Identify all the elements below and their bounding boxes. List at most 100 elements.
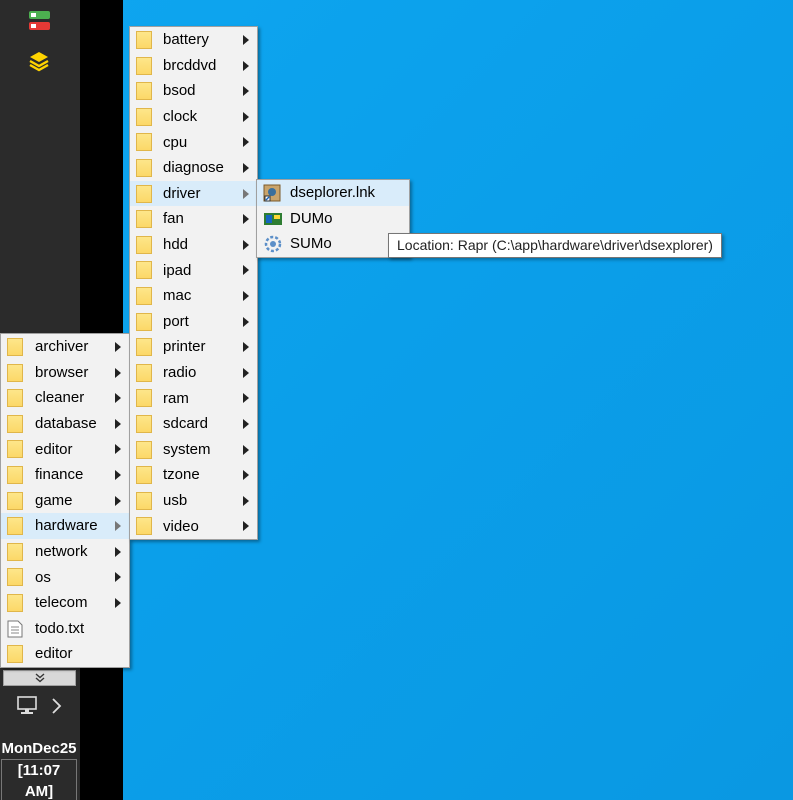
main-menu-item-label: telecom xyxy=(35,594,88,612)
hardware-menu-item[interactable]: diagnose xyxy=(130,155,257,181)
layers-icon[interactable] xyxy=(28,50,50,72)
folder-icon xyxy=(136,107,152,126)
main-menu-item[interactable]: todo.txt xyxy=(1,616,129,642)
main-menu-item[interactable]: telecom xyxy=(1,590,129,616)
submenu-arrow-icon xyxy=(243,495,249,506)
folder-icon xyxy=(7,363,23,382)
folder-icon xyxy=(7,517,23,536)
clock-time: [11:07 AM] xyxy=(1,759,77,800)
hardware-menu-item-label: hdd xyxy=(163,236,189,254)
folder-icon xyxy=(136,440,152,459)
folder-icon xyxy=(7,338,23,356)
submenu-arrow-icon xyxy=(243,162,249,173)
hardware-menu-item-label: ipad xyxy=(163,261,192,279)
text-file-icon xyxy=(7,620,23,638)
hardware-menu-item[interactable]: hdd xyxy=(130,232,257,258)
main-menu-item[interactable]: hardware xyxy=(1,513,129,539)
hardware-menu-item-label: radio xyxy=(163,364,197,382)
driver-menu-item[interactable]: dseplorer.lnk xyxy=(257,180,409,206)
main-menu-item[interactable]: os xyxy=(1,564,129,590)
driver-menu-item[interactable]: DUMo xyxy=(257,206,409,232)
double-chevron-down-icon xyxy=(35,673,44,683)
submenu-arrow-icon xyxy=(115,444,121,455)
submenu-arrow-icon xyxy=(243,342,249,353)
folder-icon xyxy=(7,465,23,484)
dumo-app-icon xyxy=(263,210,282,228)
main-menu-item[interactable]: network xyxy=(1,539,129,565)
hardware-menu-item[interactable]: mac xyxy=(130,283,257,309)
submenu-arrow-icon xyxy=(243,111,249,122)
chevron-right-icon[interactable] xyxy=(50,697,64,715)
hardware-menu-item-label: system xyxy=(163,440,211,458)
folder-icon xyxy=(136,414,152,433)
folder-icon xyxy=(136,363,152,382)
hardware-menu-item[interactable]: radio xyxy=(130,360,257,386)
driver-menu-item[interactable]: SUMo xyxy=(257,231,409,257)
submenu-arrow-icon xyxy=(243,239,249,250)
hardware-menu-item[interactable]: printer xyxy=(130,334,257,360)
main-menu-item-label: game xyxy=(35,491,73,509)
submenu-arrow-icon xyxy=(243,86,249,97)
hardware-menu-item-label: driver xyxy=(163,184,201,202)
taskbar-clock[interactable]: MonDec25 [11:07 AM] xyxy=(0,738,78,800)
main-menu-item[interactable]: editor xyxy=(1,641,129,667)
submenu-arrow-icon xyxy=(243,418,249,429)
hardware-menu-item[interactable]: cpu xyxy=(130,129,257,155)
main-menu-item[interactable]: archiver xyxy=(1,334,129,360)
submenu-arrow-icon xyxy=(243,290,249,301)
main-menu-item-label: network xyxy=(35,543,88,561)
main-menu-item[interactable]: game xyxy=(1,488,129,514)
hardware-menu-item[interactable]: ipad xyxy=(130,257,257,283)
hardware-submenu: battery brcddvd bsod clock cpu diagnose driver… xyxy=(129,26,258,540)
main-menu-item[interactable]: cleaner xyxy=(1,385,129,411)
main-menu-item-label: database xyxy=(35,415,97,433)
clock-date: MonDec25 xyxy=(1,740,77,757)
submenu-arrow-icon xyxy=(243,367,249,378)
main-menu-item-label: finance xyxy=(35,466,84,484)
main-menu-item-label: cleaner xyxy=(35,389,85,407)
location-tooltip: Location: Rapr (C:\app\hardware\driver\d… xyxy=(388,233,722,258)
hardware-menu-item[interactable]: video xyxy=(130,513,257,539)
hardware-menu-item-label: mac xyxy=(163,287,192,305)
hardware-menu-item[interactable]: bsod xyxy=(130,78,257,104)
hardware-menu-item[interactable]: fan xyxy=(130,206,257,232)
folder-icon xyxy=(136,286,152,305)
main-menu-item-label: browser xyxy=(35,363,89,381)
folder-icon xyxy=(136,312,152,331)
hardware-menu-item-label: brcddvd xyxy=(163,56,217,74)
hardware-menu-item[interactable]: tzone xyxy=(130,462,257,488)
folder-icon xyxy=(136,210,152,229)
hardware-menu-item[interactable]: battery xyxy=(130,27,257,53)
shortcut-app-icon xyxy=(263,184,281,202)
hardware-menu-item-label: port xyxy=(163,312,189,330)
folder-icon xyxy=(136,235,152,254)
menu-scroll-down-button[interactable] xyxy=(3,670,76,686)
hardware-menu-item[interactable]: sdcard xyxy=(130,411,257,437)
folder-icon xyxy=(136,389,152,408)
folder-icon xyxy=(7,542,23,561)
computer-icon[interactable] xyxy=(15,694,39,716)
main-menu-item[interactable]: database xyxy=(1,411,129,437)
hardware-menu-item[interactable]: brcddvd xyxy=(130,53,257,79)
main-menu-item[interactable]: finance xyxy=(1,462,129,488)
folder-icon xyxy=(136,56,152,75)
main-menu-item-label: todo.txt xyxy=(35,619,85,637)
hardware-menu-item[interactable]: clock xyxy=(130,104,257,130)
hardware-menu-item[interactable]: system xyxy=(130,437,257,463)
submenu-arrow-icon xyxy=(243,60,249,71)
submenu-arrow-icon xyxy=(243,444,249,455)
main-menu-item[interactable]: browser xyxy=(1,360,129,386)
hardware-menu-item[interactable]: usb xyxy=(130,488,257,514)
hardware-menu-item-label: clock xyxy=(163,108,198,126)
submenu-arrow-icon xyxy=(243,470,249,481)
toggle-switch-icon[interactable] xyxy=(28,10,52,32)
folder-icon xyxy=(7,389,23,408)
main-menu-item-label: os xyxy=(35,568,51,586)
hardware-menu-item[interactable]: ram xyxy=(130,385,257,411)
submenu-arrow-icon xyxy=(115,393,121,404)
folder-icon xyxy=(7,593,23,612)
hardware-menu-item[interactable]: driver xyxy=(130,180,257,207)
main-menu-item[interactable]: editor xyxy=(1,436,129,462)
folder-icon xyxy=(7,440,23,459)
hardware-menu-item[interactable]: port xyxy=(130,309,257,335)
